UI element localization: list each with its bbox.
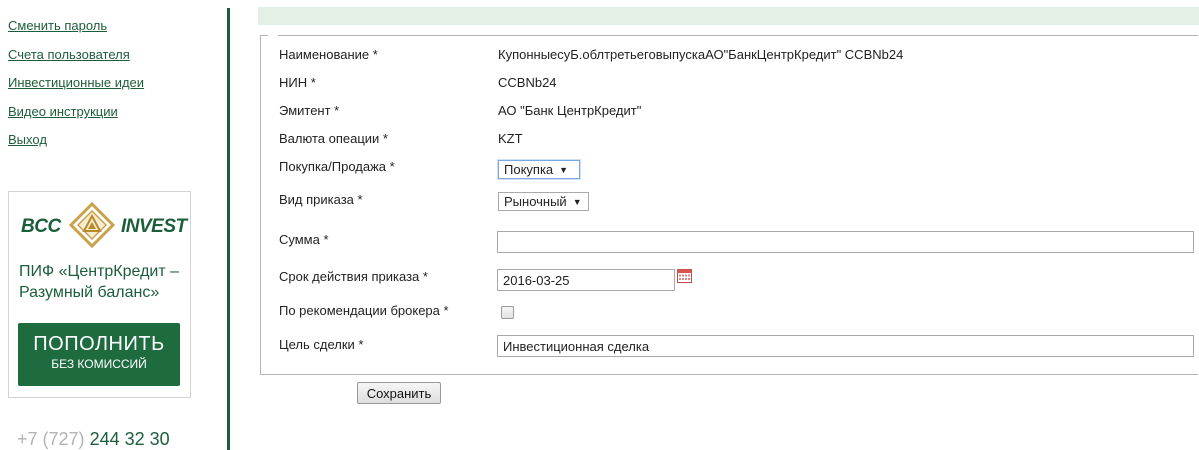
deal-purpose-label: Цель сделки *: [279, 337, 364, 352]
currency-label: Валюта опеации *: [279, 131, 388, 146]
nin-label: НИН *: [279, 75, 316, 90]
broker-recommendation-label: По рекомендации брокера *: [279, 303, 449, 318]
sidebar-divider: [227, 8, 230, 450]
issuer-value: АО "Банк ЦентрКредит": [498, 103, 642, 118]
issuer-label: Эмитент *: [279, 103, 340, 118]
order-type-selected-value: Рыночный: [504, 194, 567, 209]
amount-label: Сумма *: [279, 232, 329, 247]
broker-recommendation-checkbox[interactable]: [501, 306, 514, 319]
order-type-select[interactable]: Рыночный ▼: [498, 192, 589, 211]
logout-link[interactable]: Выход: [8, 132, 47, 147]
logo-invest-text: INVEST: [121, 216, 187, 237]
calendar-icon[interactable]: [677, 269, 692, 283]
video-instructions-link[interactable]: Видео инструкции: [8, 104, 118, 119]
promo-banner[interactable]: BCC INVEST ПИФ «ЦентрКредит – Разумный б…: [8, 191, 191, 398]
phone-code: +7 (727): [17, 429, 85, 449]
triangle-down-icon: ▼: [572, 197, 582, 207]
bcc-emblem-icon: [69, 202, 115, 248]
sidebar: Сменить пароль Счета пользователя Инвест…: [0, 0, 228, 450]
save-button[interactable]: Сохранить: [357, 382, 441, 404]
investment-ideas-link[interactable]: Инвестиционные идеи: [8, 75, 144, 90]
name-label: Наименование *: [279, 47, 378, 62]
triangle-down-icon: ▼: [559, 165, 569, 175]
phone-local: 244 32 30: [89, 429, 170, 449]
expiry-date-input[interactable]: [497, 269, 675, 291]
top-up-button-label: ПОПОЛНИТЬ: [33, 333, 165, 355]
fieldset-legend-gap: [268, 28, 278, 42]
expiry-label: Срок действия приказа *: [279, 269, 428, 284]
deal-purpose-input[interactable]: [497, 335, 1194, 357]
bcc-invest-logo: BCC INVEST: [21, 202, 187, 248]
buy-sell-select[interactable]: Покупка ▼: [498, 160, 580, 179]
promo-fund-text: ПИФ «ЦентрКредит – Разумный баланс»: [19, 263, 180, 301]
top-bar: [258, 7, 1199, 25]
order-type-label: Вид приказа *: [279, 192, 363, 207]
change-password-link[interactable]: Сменить пароль: [8, 18, 107, 33]
buy-sell-label: Покупка/Продажа *: [279, 159, 395, 174]
nin-value: CCBNb24: [498, 75, 557, 90]
currency-value: KZT: [498, 131, 523, 146]
phone-number: +7 (727) 244 32 30: [17, 429, 170, 450]
top-up-button[interactable]: ПОПОЛНИТЬ БЕЗ КОМИССИЙ: [18, 323, 180, 386]
amount-input[interactable]: [497, 231, 1194, 253]
user-accounts-link[interactable]: Счета пользователя: [8, 47, 130, 62]
order-form-fieldset: [260, 28, 1198, 375]
logo-bcc-text: BCC: [21, 216, 61, 237]
name-value: КупонныесуБ.облтретьеговыпускаАО"БанкЦен…: [498, 47, 904, 62]
top-up-button-sublabel: БЕЗ КОМИССИЙ: [51, 357, 147, 371]
buy-sell-selected-value: Покупка: [504, 162, 554, 177]
